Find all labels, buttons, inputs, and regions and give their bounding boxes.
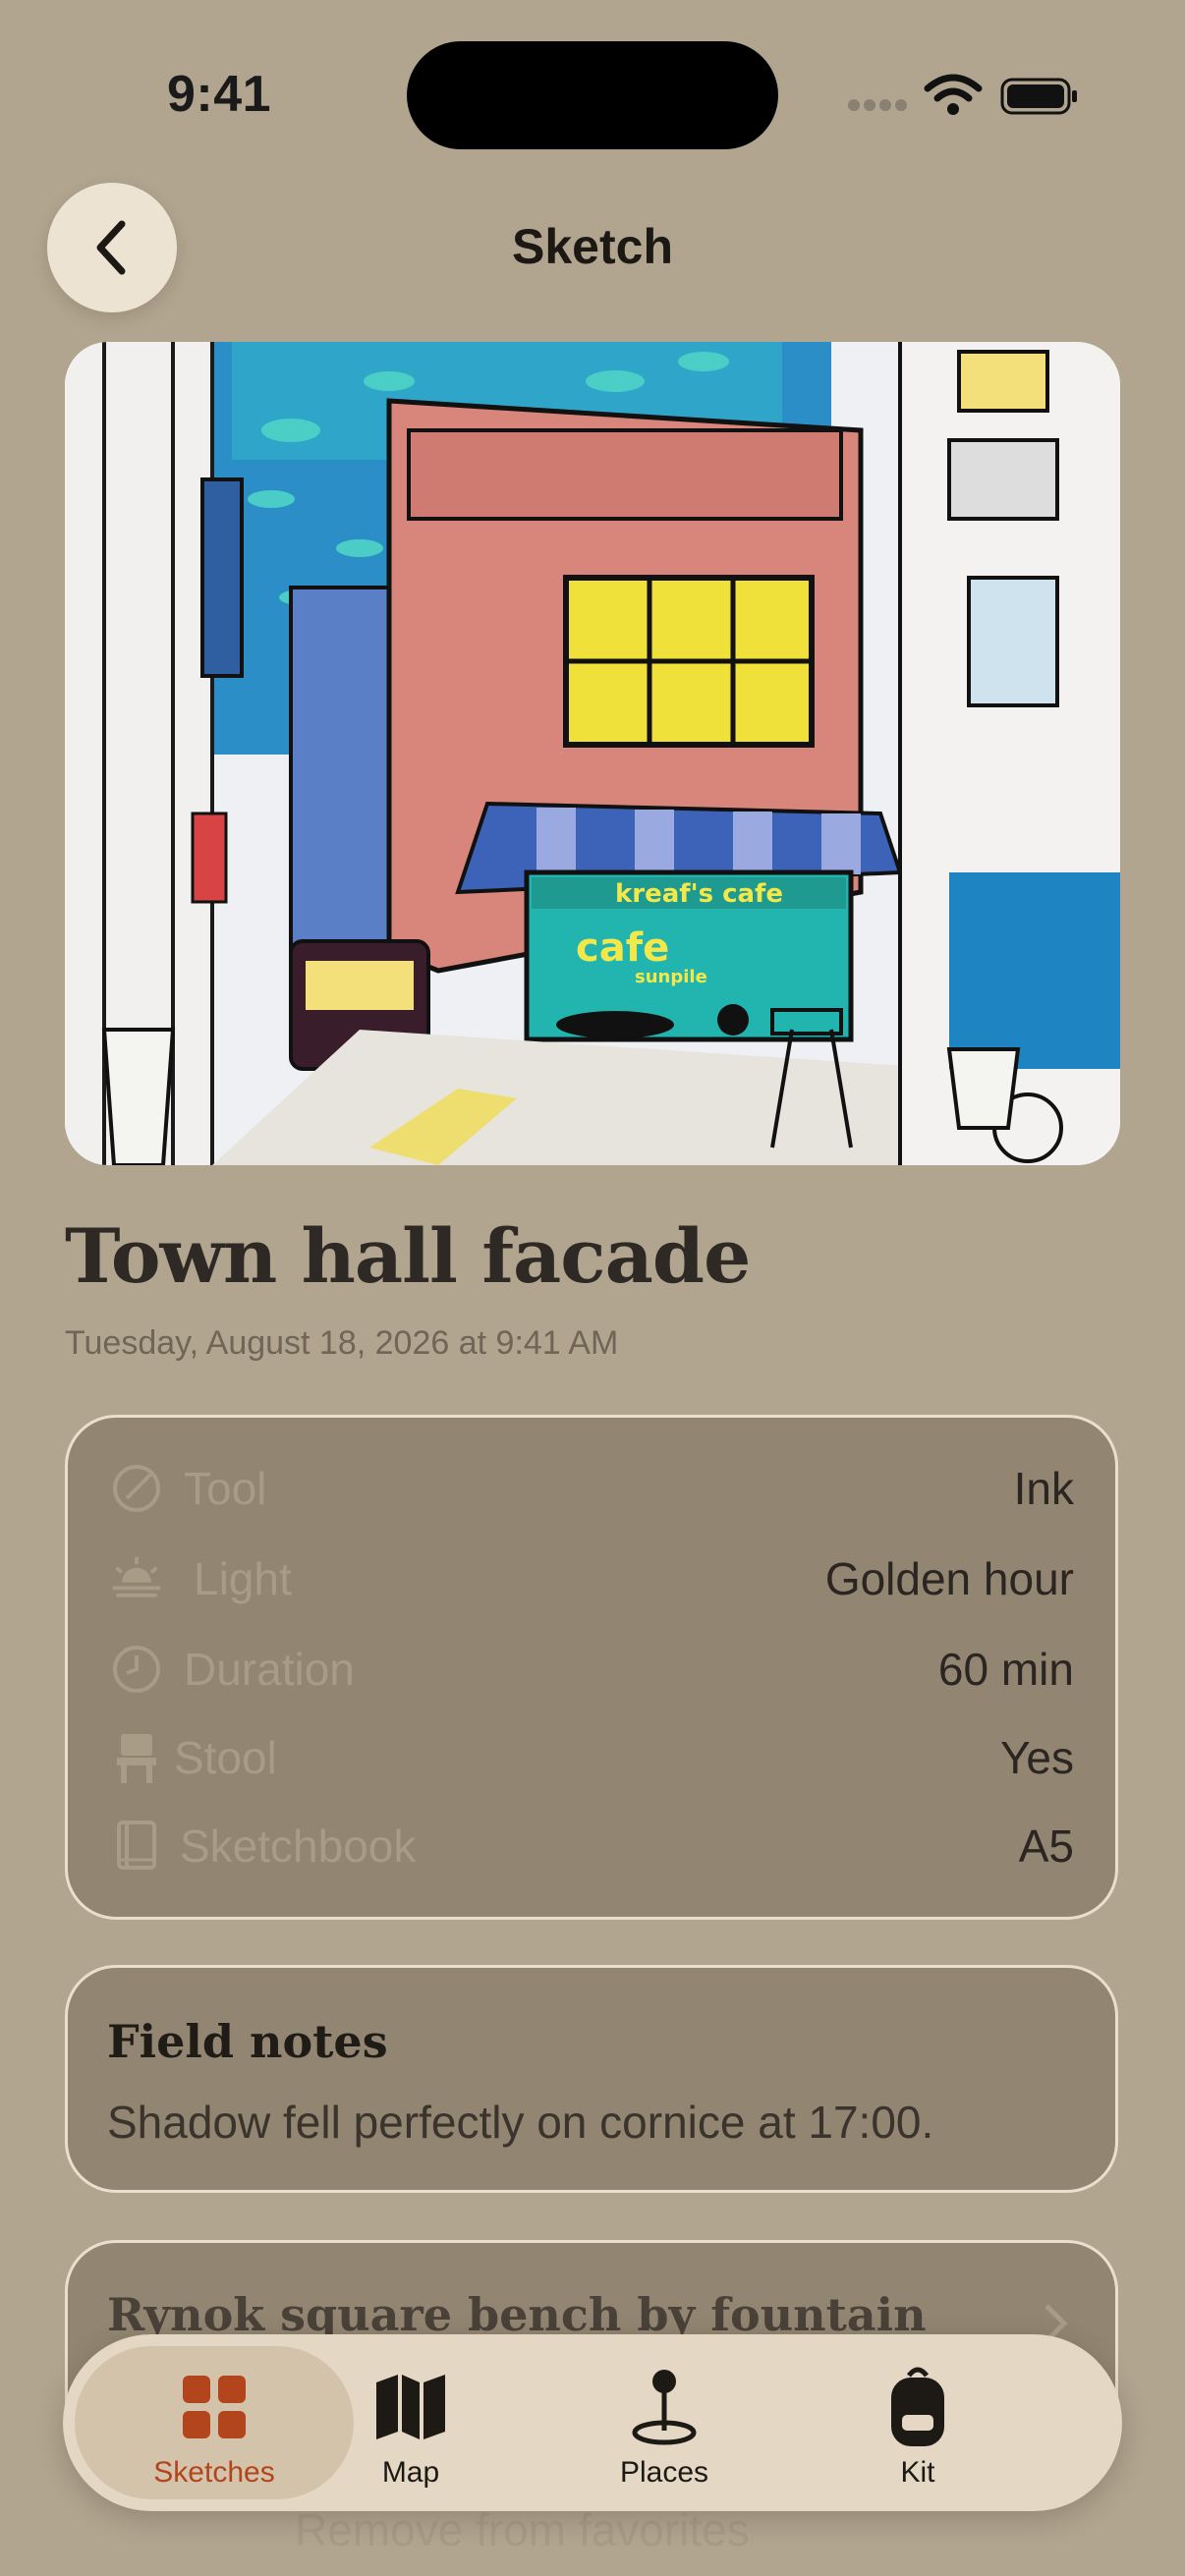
sketch-image[interactable]: kreaf's cafe cafe sunpile [65,342,1120,1165]
grid-icon [181,2368,248,2446]
sketch-title: Town hall facade [65,1212,751,1300]
detail-row-tool: Tool Ink [68,1449,1115,1528]
cafe-window-subtext: sunpile [635,967,707,987]
sunset-icon [109,1551,164,1606]
clock-icon [109,1642,164,1697]
tab-bar: Sketches Map Places Kit [63,2334,1122,2511]
battery-icon [1000,78,1077,115]
detail-row-stool: Stool Yes [68,1718,1115,1797]
detail-row-light: Light Golden hour [68,1540,1115,1618]
cafe-sign-text: kreaf's cafe [615,879,783,909]
cafe-window-text: cafe [576,925,669,971]
detail-label: Stool [174,1732,277,1783]
stool-icon [109,1730,164,1785]
detail-label: Light [194,1553,292,1604]
tab-label: Sketches [153,2456,275,2489]
cellular-signal-icon [848,99,907,111]
tab-places[interactable]: Places [546,2346,782,2499]
wifi-icon [924,74,983,115]
tab-kit[interactable]: Kit [800,2346,1036,2499]
detail-value: 60 min [937,1644,1074,1695]
detail-value: Yes [999,1732,1074,1783]
pin-icon [630,2368,699,2446]
status-time: 9:41 [167,66,272,123]
cafe-sketch-illustration: kreaf's cafe cafe sunpile [65,342,1120,1165]
detail-row-sketchbook: Sketchbook A5 [68,1807,1115,1885]
detail-row-duration: Duration 60 min [68,1630,1115,1708]
sketchbook-icon [109,1819,164,1874]
backpack-icon [889,2367,946,2446]
pencil-circle-icon [109,1461,164,1516]
detail-label: Tool [184,1463,267,1514]
field-notes-card: Field notes Shadow fell perfectly on cor… [65,1965,1118,2193]
tab-map[interactable]: Map [293,2346,529,2499]
details-card: Tool Ink Light Golden hour Duration 60 m… [65,1415,1118,1920]
field-notes-title: Field notes [107,2015,388,2068]
detail-value: Ink [1013,1463,1074,1514]
detail-value: Golden hour [824,1553,1074,1604]
detail-label: Sketchbook [180,1820,417,1872]
detail-label: Duration [184,1644,355,1695]
map-icon [374,2368,447,2446]
tab-label: Places [619,2456,709,2489]
tab-label: Map [381,2456,440,2489]
dynamic-island [407,41,778,149]
place-card-title: Rynok square bench by fountain [107,2288,927,2341]
tab-label: Kit [900,2456,935,2489]
page-title: Sketch [512,219,673,274]
field-notes-text: Shadow fell perfectly on cornice at 17:0… [107,2097,934,2148]
detail-value: A5 [1018,1820,1074,1872]
remove-favorites-button[interactable]: Remove from favorites [295,2503,750,2556]
sketch-date: Tuesday, August 18, 2026 at 9:41 AM [65,1324,619,1362]
